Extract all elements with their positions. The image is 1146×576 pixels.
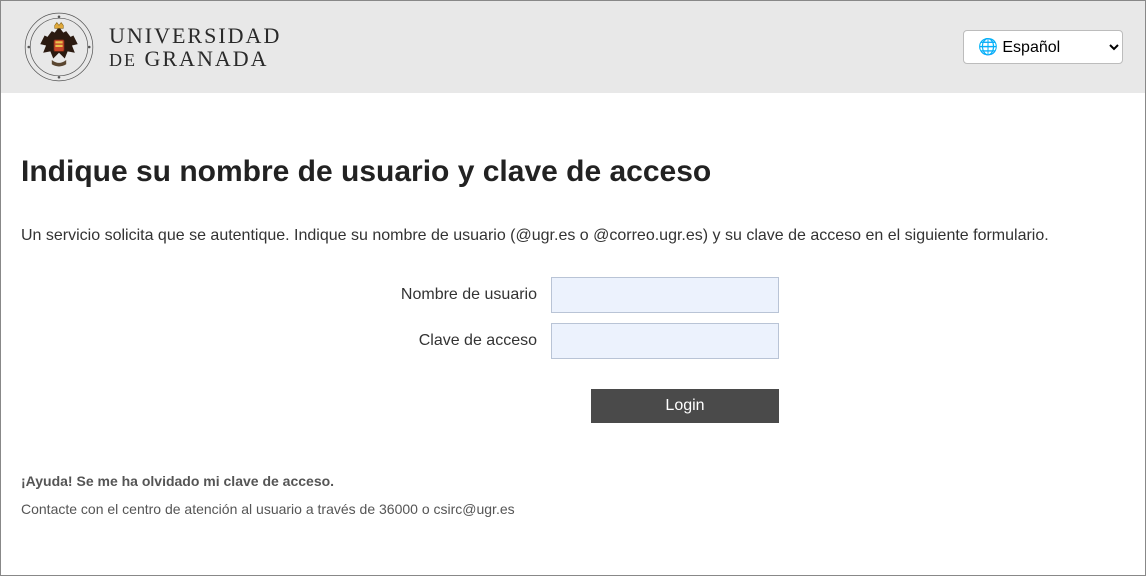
login-button[interactable]: Login bbox=[591, 389, 779, 423]
page-description: Un servicio solicita que se autentique. … bbox=[21, 227, 1125, 245]
forgot-password-link[interactable]: ¡Ayuda! Se me ha olvidado mi clave de ac… bbox=[21, 473, 334, 489]
password-label: Clave de acceso bbox=[21, 323, 551, 359]
page-header: UNIVERSIDAD DE GRANADA 🌐 Español bbox=[1, 1, 1145, 93]
username-label: Nombre de usuario bbox=[21, 277, 551, 313]
university-name-line2: DE GRANADA bbox=[109, 47, 281, 70]
username-input[interactable] bbox=[551, 277, 779, 313]
university-name-line1: UNIVERSIDAD bbox=[109, 24, 281, 47]
submit-row: Login bbox=[21, 389, 779, 423]
main-content: Indique su nombre de usuario y clave de … bbox=[1, 93, 1145, 537]
login-form: Nombre de usuario Clave de acceso Login bbox=[21, 277, 1125, 423]
page-title: Indique su nombre de usuario y clave de … bbox=[21, 155, 1125, 189]
university-logo-block: UNIVERSIDAD DE GRANADA bbox=[23, 11, 281, 83]
university-name: UNIVERSIDAD DE GRANADA bbox=[109, 24, 281, 70]
password-input[interactable] bbox=[551, 323, 779, 359]
help-block: ¡Ayuda! Se me ha olvidado mi clave de ac… bbox=[21, 473, 1125, 517]
contact-info: Contacte con el centro de atención al us… bbox=[21, 501, 1125, 517]
language-select[interactable]: 🌐 Español bbox=[963, 30, 1123, 64]
university-crest-icon bbox=[23, 11, 95, 83]
